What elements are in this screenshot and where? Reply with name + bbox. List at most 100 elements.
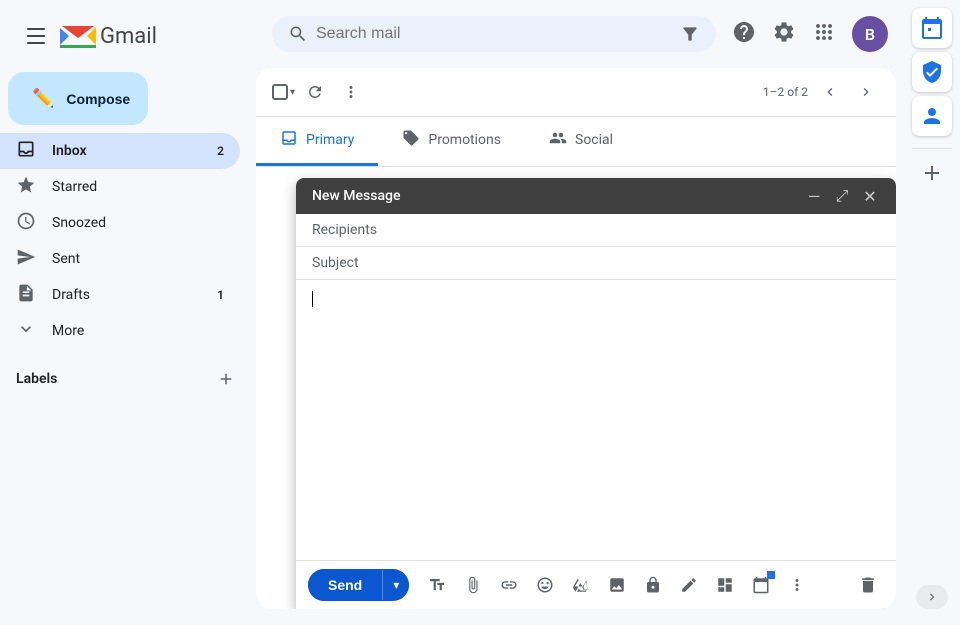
- compose-header[interactable]: New Message — ⤢ ✕: [296, 178, 896, 214]
- drafts-icon: [16, 283, 36, 308]
- contacts-app-icon[interactable]: [912, 96, 952, 136]
- compose-label: Compose: [66, 91, 130, 107]
- more-options-button[interactable]: [335, 76, 367, 108]
- settings-button[interactable]: [772, 20, 796, 48]
- tab-promotions[interactable]: Promotions: [378, 117, 525, 166]
- primary-tab-icon: [280, 129, 298, 151]
- recipients-field[interactable]: Recipients: [296, 214, 896, 247]
- inbox-icon: [16, 139, 36, 164]
- calendar-app-icon[interactable]: [912, 8, 952, 48]
- top-bar: B: [256, 8, 904, 60]
- add-label-button[interactable]: [212, 365, 240, 393]
- subject-placeholder: Subject: [312, 255, 880, 271]
- filter-icon[interactable]: [680, 24, 700, 44]
- apps-button[interactable]: [812, 20, 836, 48]
- send-dropdown-button[interactable]: ▾: [382, 570, 409, 600]
- minimize-button[interactable]: —: [804, 186, 824, 206]
- more-compose-options-button[interactable]: [781, 569, 813, 601]
- labels-section: Labels: [0, 349, 256, 401]
- select-all-checkbox[interactable]: ▾: [272, 84, 295, 100]
- labels-title: Labels: [16, 371, 57, 387]
- tab-social[interactable]: Social: [525, 117, 637, 166]
- more-label: More: [52, 323, 224, 339]
- promotions-tab-label: Promotions: [428, 132, 501, 148]
- collapse-panel-button[interactable]: [916, 585, 948, 609]
- compose-controls: — ⤢ ✕: [804, 186, 880, 206]
- toolbar-left: ▾: [272, 76, 367, 108]
- pagination-text: 1–2 of 2: [763, 85, 808, 99]
- sidebar-item-inbox[interactable]: Inbox 2: [0, 133, 240, 169]
- link-button[interactable]: [493, 569, 525, 601]
- drafts-label: Drafts: [52, 287, 201, 303]
- search-icon: [288, 24, 308, 44]
- compose-footer: Send ▾: [296, 560, 896, 609]
- hamburger-line: [27, 35, 45, 37]
- user-avatar[interactable]: B: [852, 16, 888, 52]
- sidebar-item-more[interactable]: More: [0, 313, 240, 349]
- support-button[interactable]: [732, 20, 756, 48]
- compose-window: New Message — ⤢ ✕ Recipients Subject Sen…: [296, 178, 896, 609]
- photo-button[interactable]: [601, 569, 633, 601]
- drafts-badge: 1: [217, 288, 224, 302]
- inbox-toolbar: ▾ 1–2 of 2: [256, 68, 896, 117]
- send-button-group: Send ▾: [308, 569, 409, 601]
- right-panel: [904, 0, 960, 625]
- promotions-tab-icon: [402, 129, 420, 151]
- gmail-m-icon: [60, 23, 96, 50]
- attach-button[interactable]: [457, 569, 489, 601]
- gmail-logo: Gmail: [60, 23, 157, 50]
- compose-body[interactable]: [296, 280, 896, 560]
- hamburger-line: [27, 42, 45, 44]
- tab-primary[interactable]: Primary: [256, 117, 378, 166]
- starred-icon: [16, 175, 36, 200]
- checkbox[interactable]: [272, 84, 288, 100]
- delete-compose-button[interactable]: [852, 569, 884, 601]
- format-text-button[interactable]: [421, 569, 453, 601]
- sidebar-item-starred[interactable]: Starred: [0, 169, 240, 205]
- next-page-button[interactable]: [852, 78, 880, 106]
- primary-tab-label: Primary: [306, 132, 354, 148]
- close-compose-button[interactable]: ✕: [860, 186, 880, 206]
- snoozed-icon: [16, 211, 36, 236]
- gmail-logo-text: Gmail: [100, 24, 157, 49]
- main-content: ▾ 1–2 of 2: [256, 68, 896, 609]
- category-tabs: Primary Promotions Social: [256, 117, 896, 167]
- compose-title: New Message: [312, 188, 804, 204]
- emoji-button[interactable]: [529, 569, 561, 601]
- compose-button[interactable]: ✏️ Compose: [8, 72, 148, 125]
- snoozed-label: Snoozed: [52, 215, 224, 231]
- sidebar-item-drafts[interactable]: Drafts 1: [0, 277, 240, 313]
- sidebar-item-sent[interactable]: Sent: [0, 241, 240, 277]
- text-cursor: [312, 291, 313, 307]
- recipients-placeholder: Recipients: [312, 222, 880, 238]
- inbox-badge: 2: [217, 144, 224, 158]
- compose-icon: ✏️: [32, 88, 54, 109]
- prev-page-button[interactable]: [816, 78, 844, 106]
- lock-button[interactable]: [637, 569, 669, 601]
- hamburger-line: [27, 28, 45, 30]
- sidebar-item-snoozed[interactable]: Snoozed: [0, 205, 240, 241]
- signature-button[interactable]: [673, 569, 705, 601]
- more-icon: [16, 319, 36, 344]
- pagination: 1–2 of 2: [763, 78, 880, 106]
- tasks-app-icon[interactable]: [912, 52, 952, 92]
- starred-label: Starred: [52, 179, 224, 195]
- search-input[interactable]: [316, 25, 672, 43]
- refresh-button[interactable]: [299, 76, 331, 108]
- schedule-badge: [767, 571, 775, 579]
- layout-button[interactable]: [709, 569, 741, 601]
- hamburger-menu-button[interactable]: [16, 16, 56, 56]
- sent-icon: [16, 247, 36, 272]
- send-button[interactable]: Send: [308, 569, 382, 601]
- sent-label: Sent: [52, 251, 224, 267]
- search-bar[interactable]: [272, 16, 716, 52]
- subject-field[interactable]: Subject: [296, 247, 896, 280]
- divider: [912, 148, 952, 149]
- schedule-button[interactable]: [745, 569, 777, 601]
- add-app-button[interactable]: [912, 153, 952, 193]
- sidebar-nav: Inbox 2 Starred Snoozed Sent: [0, 133, 256, 349]
- sidebar: Gmail ✏️ Compose Inbox 2 Starred S: [0, 0, 256, 625]
- checkbox-dropdown-arrow[interactable]: ▾: [290, 87, 295, 98]
- maximize-button[interactable]: ⤢: [832, 186, 852, 206]
- drive-button[interactable]: [565, 569, 597, 601]
